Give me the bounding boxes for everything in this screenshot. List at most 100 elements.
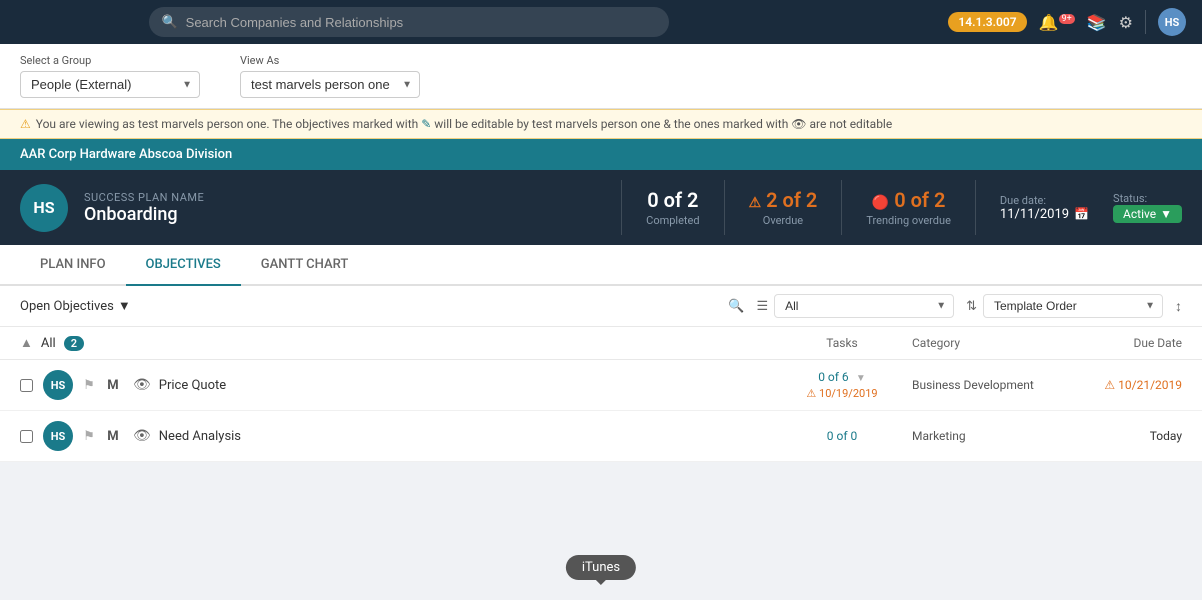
sort-icon: ⇅: [966, 299, 977, 314]
notifications-icon[interactable]: 🔔9+: [1039, 13, 1075, 32]
duedate-cell: ⚠ 10/21/2019: [1062, 378, 1182, 392]
status-group: Status: Active ▼: [1113, 192, 1182, 223]
all-section: ▲ All 2: [20, 335, 772, 351]
trending-label: Trending overdue: [866, 214, 951, 227]
trending-count: 🔴 0 of 2: [866, 188, 951, 212]
company-header: AAR Corp Hardware Abscoa Division: [0, 139, 1202, 170]
filter-row: Open Objectives ▼ 🔍 ☰ All My Objectives …: [0, 286, 1202, 327]
table-row: HS ⚑ M 👁 Need Analysis 0 of 0 Marketing …: [0, 411, 1202, 462]
viewas-select-wrapper[interactable]: test marvels person one test marvels per…: [240, 71, 420, 98]
tooltip-text: iTunes: [582, 560, 620, 575]
sort-select[interactable]: Template Order Due Date Name: [983, 294, 1163, 318]
plan-avatar: HS: [20, 184, 68, 232]
filter-all-wrapper: ☰ All My Objectives Unassigned ▼: [756, 294, 954, 318]
search-bar[interactable]: 🔍: [149, 7, 669, 37]
table-header-row: ▲ All 2 Tasks Category Due Date: [0, 327, 1202, 360]
search-input[interactable]: [186, 15, 658, 30]
status-badge[interactable]: Active ▼: [1113, 205, 1182, 223]
row-checkbox[interactable]: [20, 430, 33, 443]
eye-icon[interactable]: 👁: [133, 377, 151, 393]
open-objectives-dropdown[interactable]: Open Objectives ▼: [20, 298, 131, 314]
tab-objectives[interactable]: OBJECTIVES: [126, 245, 241, 286]
controls-bar: Select a Group People (External) People …: [0, 44, 1202, 109]
tasks-link[interactable]: 0 of 6 ▼: [772, 370, 912, 385]
m-icon[interactable]: M: [103, 375, 123, 395]
row-checkbox[interactable]: [20, 379, 33, 392]
reorder-icon[interactable]: ↕: [1175, 298, 1182, 315]
category-header: Category: [912, 336, 1062, 350]
chevron-down-icon: ▼: [1160, 207, 1172, 221]
objectives-table: ▲ All 2 Tasks Category Due Date HS ⚑ M 👁…: [0, 327, 1202, 462]
nav-right: 14.1.3.007 🔔9+ 📚 ⚙ HS: [948, 8, 1186, 36]
status-value: Active ▼: [1113, 205, 1182, 223]
sort-select-container[interactable]: Template Order Due Date Name ▼: [983, 294, 1163, 318]
tasks-link[interactable]: 0 of 0: [772, 429, 912, 444]
plan-header: HS SUCCESS PLAN NAME Onboarding 0 of 2 C…: [0, 170, 1202, 245]
nav-divider: [1145, 10, 1146, 34]
due-date-label: Due date:: [1000, 194, 1089, 207]
stat-completed: 0 of 2 Completed: [622, 180, 724, 235]
due-date-value: 11/11/2019 📅: [1000, 207, 1089, 222]
eye-icon: 👁: [791, 117, 806, 131]
objective-name[interactable]: Price Quote: [159, 378, 772, 393]
tab-plan-info[interactable]: PLAN INFO: [20, 245, 126, 286]
eye-icon[interactable]: 👁: [133, 428, 151, 444]
filter-select[interactable]: All My Objectives Unassigned: [774, 294, 954, 318]
stat-trending: 🔴 0 of 2 Trending overdue: [842, 180, 976, 235]
company-name: AAR Corp Hardware Abscoa Division: [20, 147, 232, 162]
plan-meta: Due date: 11/11/2019 📅 Status: Active ▼: [976, 192, 1182, 223]
group-label: Select a Group: [20, 54, 200, 67]
search-icon: 🔍: [161, 15, 177, 30]
viewas-select[interactable]: test marvels person one test marvels per…: [240, 71, 420, 98]
warning-banner: ⚠ You are viewing as test marvels person…: [0, 109, 1202, 139]
tab-gantt-chart[interactable]: GANTT CHART: [241, 245, 369, 286]
chevron-down-icon: ▼: [856, 373, 866, 384]
tasks-cell: 0 of 0: [772, 429, 912, 444]
objective-name[interactable]: Need Analysis: [159, 429, 772, 444]
filter-select-container[interactable]: All My Objectives Unassigned ▼: [774, 294, 954, 318]
due-date-group: Due date: 11/11/2019 📅: [1000, 194, 1089, 222]
tasks-header: Tasks: [772, 336, 912, 350]
group-select-wrapper[interactable]: People (External) People (Internal) Comp…: [20, 71, 200, 98]
warning-icon: ⚠: [1104, 378, 1115, 392]
warning-icon: ⚠: [20, 117, 31, 131]
collapse-icon[interactable]: ▲: [20, 335, 33, 351]
warning-icon: ⚠: [806, 387, 816, 400]
tasks-cell: 0 of 6 ▼ ⚠ 10/19/2019: [772, 370, 912, 400]
completed-count: 0 of 2: [646, 188, 699, 212]
filter-left: Open Objectives ▼: [20, 298, 131, 314]
open-objectives-label: Open Objectives: [20, 299, 114, 314]
category-cell: Marketing: [912, 429, 1062, 443]
chevron-down-icon: ▼: [118, 298, 131, 314]
sort-wrapper: ⇅ Template Order Due Date Name ▼: [966, 294, 1163, 318]
bookmark-icon[interactable]: ⚑: [79, 375, 99, 395]
warning-icon: ⚠: [749, 195, 762, 211]
row-icons: ⚑ M: [79, 375, 123, 395]
plan-label: SUCCESS PLAN NAME: [84, 191, 601, 204]
calendar-icon[interactable]: 📅: [1074, 207, 1089, 221]
trending-icon: 🔴: [872, 195, 889, 211]
bookmark-icon[interactable]: ⚑: [79, 426, 99, 446]
plan-info-block: SUCCESS PLAN NAME Onboarding: [84, 191, 601, 225]
plan-stats: 0 of 2 Completed ⚠ 2 of 2 Overdue 🔴 0 of…: [621, 180, 976, 235]
completed-label: Completed: [646, 214, 699, 227]
filter-icon: ☰: [756, 299, 768, 314]
help-icon[interactable]: 📚: [1087, 13, 1107, 32]
version-badge: 14.1.3.007: [948, 12, 1026, 32]
avatar[interactable]: HS: [1158, 8, 1186, 36]
viewas-selector-group: View As test marvels person one test mar…: [240, 54, 420, 98]
status-label: Status:: [1113, 192, 1182, 205]
filter-right: 🔍 ☰ All My Objectives Unassigned ▼ ⇅ Tem…: [728, 294, 1182, 318]
plan-name: Onboarding: [84, 204, 601, 225]
settings-icon[interactable]: ⚙: [1119, 13, 1133, 32]
stat-overdue: ⚠ 2 of 2 Overdue: [725, 180, 843, 235]
tasks-overdue-date: ⚠ 10/19/2019: [772, 387, 912, 400]
m-icon[interactable]: M: [103, 426, 123, 446]
tooltip: iTunes: [566, 555, 636, 580]
row-icons: ⚑ M: [79, 426, 123, 446]
warning-text: You are viewing as test marvels person o…: [36, 117, 892, 131]
search-icon[interactable]: 🔍: [728, 299, 744, 314]
table-row: HS ⚑ M 👁 Price Quote 0 of 6 ▼ ⚠ 10/19/20…: [0, 360, 1202, 411]
group-select[interactable]: People (External) People (Internal) Comp…: [20, 71, 200, 98]
pencil-icon: ✎: [421, 117, 431, 131]
